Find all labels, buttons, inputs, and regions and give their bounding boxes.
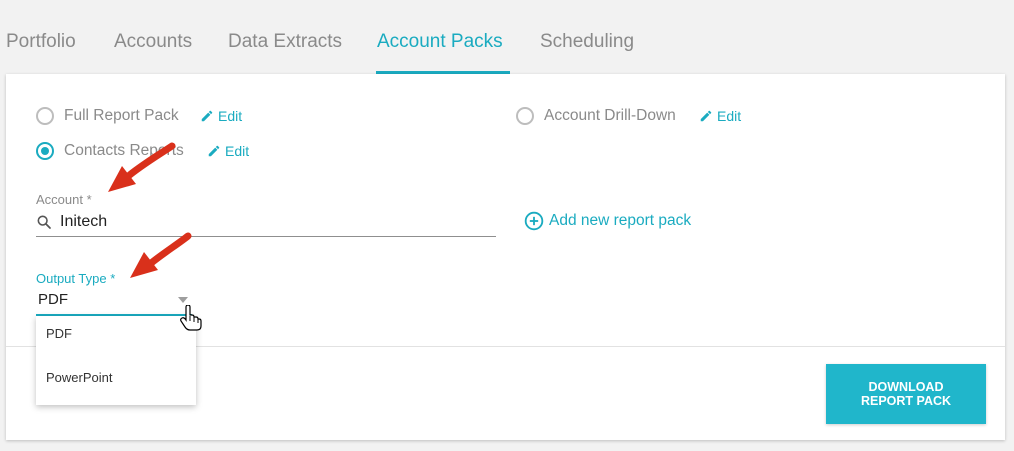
edit-account-drill-down-link[interactable]: Edit xyxy=(699,108,741,124)
tab-accounts[interactable]: Accounts xyxy=(114,31,192,53)
account-value: Initech xyxy=(60,212,108,230)
radio-button[interactable] xyxy=(36,107,54,125)
edit-contacts-reports-link[interactable]: Edit xyxy=(207,143,249,159)
hand-cursor-icon xyxy=(180,305,202,331)
radio-account-drill-down[interactable]: Account Drill-Down xyxy=(516,107,676,125)
tab-scheduling[interactable]: Scheduling xyxy=(540,31,634,53)
edit-full-report-pack-link[interactable]: Edit xyxy=(200,108,242,124)
plus-circle-icon xyxy=(524,211,544,231)
edit-label: Edit xyxy=(717,108,742,124)
download-button-line-2: REPORT PACK xyxy=(860,394,952,408)
output-type-menu: PDF PowerPoint xyxy=(36,316,196,405)
output-type-value: PDF xyxy=(38,291,68,308)
account-field-label: Account * xyxy=(36,192,92,207)
radio-button[interactable] xyxy=(516,107,534,125)
radio-label-account-drill-down: Account Drill-Down xyxy=(544,107,676,124)
dropdown-arrow-icon xyxy=(178,297,188,303)
output-type-select[interactable]: PDF xyxy=(36,288,192,316)
radio-label-full-report-pack: Full Report Pack xyxy=(64,107,179,124)
edit-label: Edit xyxy=(225,143,250,159)
tab-portfolio[interactable]: Portfolio xyxy=(6,31,76,53)
radio-full-report-pack[interactable]: Full Report Pack xyxy=(36,107,179,125)
menu-item-powerpoint[interactable]: PowerPoint xyxy=(46,370,112,385)
tab-data-extracts[interactable]: Data Extracts xyxy=(228,31,342,53)
annotation-arrow-icon xyxy=(108,142,176,192)
tab-account-packs[interactable]: Account Packs xyxy=(377,31,503,53)
tab-bar: Portfolio Accounts Data Extracts Account… xyxy=(0,0,1014,74)
pencil-icon xyxy=(700,110,712,122)
radio-button-checked[interactable] xyxy=(36,142,54,160)
pencil-icon xyxy=(208,145,220,157)
add-new-report-pack-label: Add new report pack xyxy=(549,212,692,229)
add-new-report-pack-link[interactable]: Add new report pack xyxy=(524,211,691,231)
menu-item-pdf[interactable]: PDF xyxy=(46,326,72,341)
download-report-pack-button[interactable]: DOWNLOAD REPORT PACK xyxy=(826,364,986,424)
annotation-arrow-icon xyxy=(130,232,192,278)
edit-label: Edit xyxy=(218,108,243,124)
pencil-icon xyxy=(201,110,213,122)
download-button-line-1: DOWNLOAD xyxy=(868,380,944,394)
output-type-label: Output Type * xyxy=(36,271,116,286)
search-icon xyxy=(37,215,51,229)
account-input[interactable]: Initech xyxy=(36,207,496,237)
